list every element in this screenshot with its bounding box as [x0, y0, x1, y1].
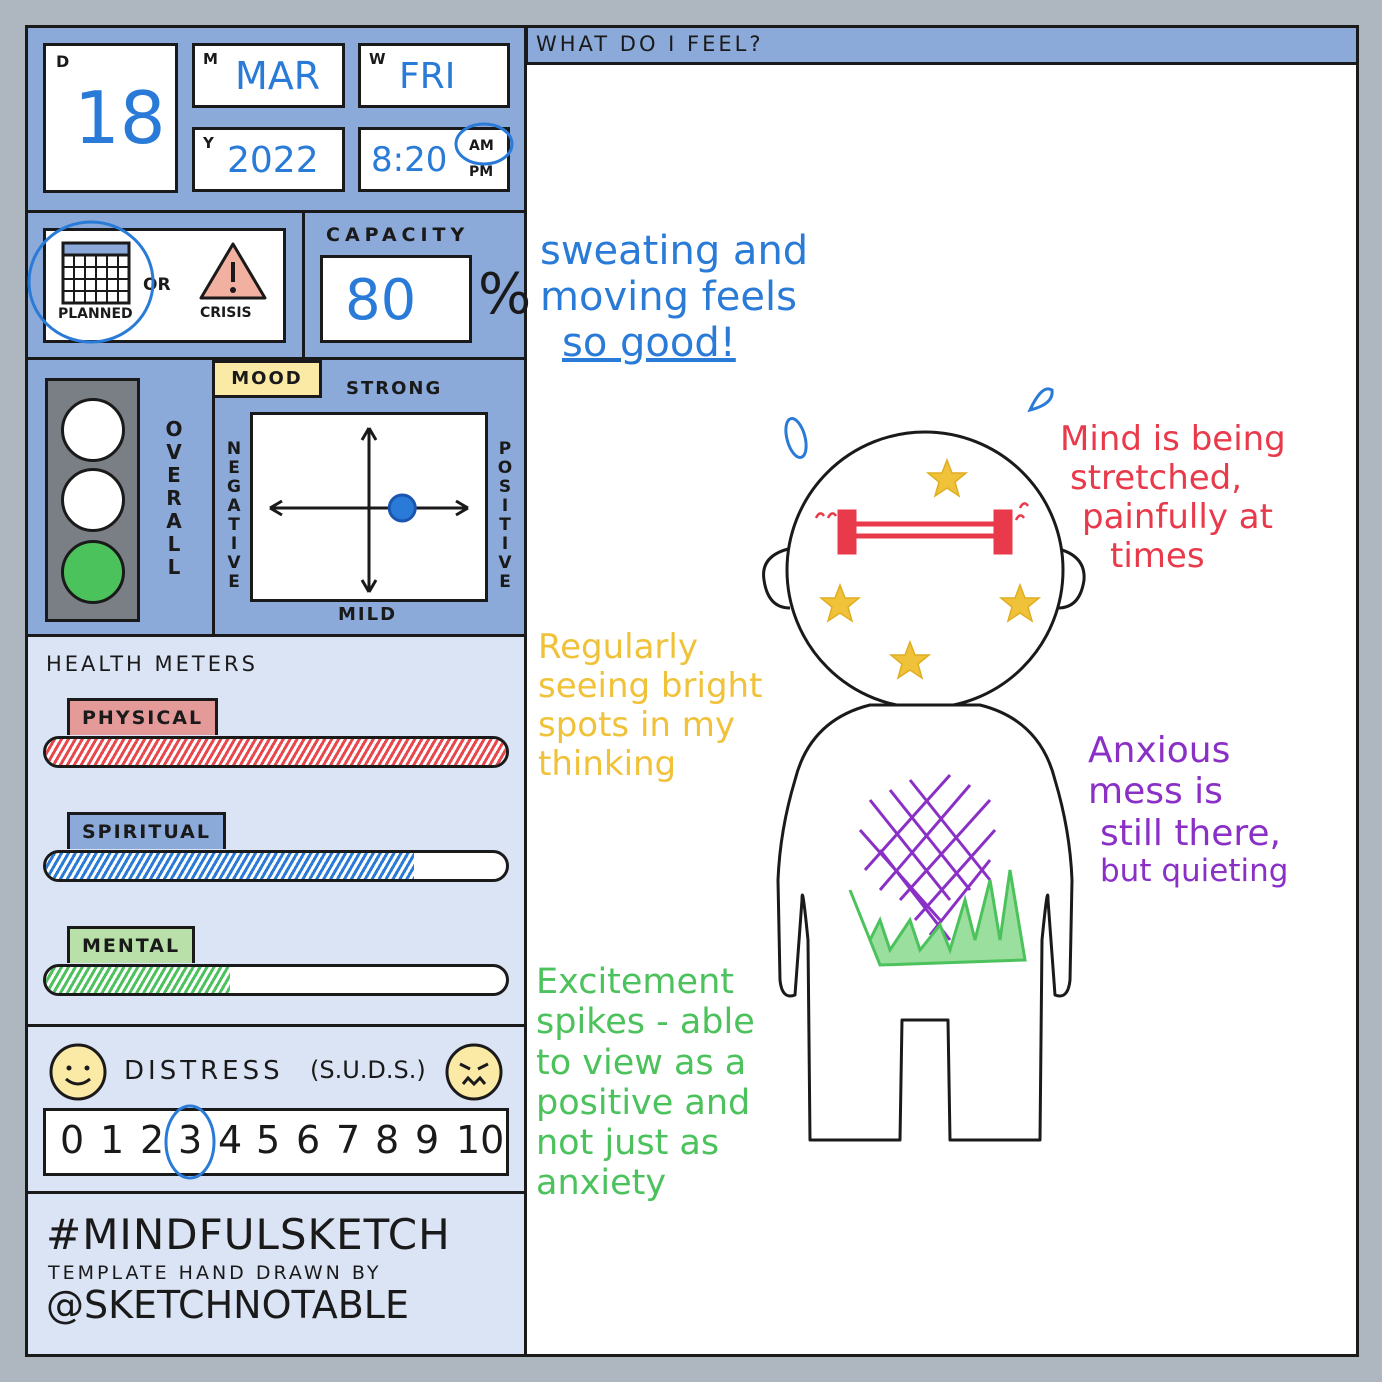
overall-label: OVERALL [165, 417, 183, 579]
mood-positive-label: POSITIVE [497, 439, 513, 592]
distress-digit[interactable]: 6 [296, 1118, 320, 1162]
health-title: HEALTH METERS [46, 652, 258, 676]
note-red-line-1: Mind is being [1060, 419, 1286, 459]
day-box[interactable]: D 18 [43, 43, 178, 193]
distress-subtitle: (S.U.D.S.) [310, 1056, 426, 1084]
year-label: Y [203, 134, 214, 152]
note-blue-line-3: so good! [562, 320, 736, 366]
note-green-line-3: to view as a [536, 1042, 747, 1083]
distress-digit[interactable]: 2 [140, 1118, 164, 1162]
feel-divider [524, 25, 527, 1357]
planned-selection-circle [27, 220, 155, 344]
day-value: 18 [74, 76, 166, 160]
meter-bar-spiritual[interactable] [43, 850, 509, 882]
note-blue-line-2: moving feels [540, 274, 797, 320]
distress-digit[interactable]: 7 [336, 1118, 360, 1162]
mood-negative-label: NEGATIVE [226, 439, 242, 592]
mood-strong-label: STRONG [346, 378, 443, 399]
weekday-value: FRI [399, 56, 456, 97]
note-green-line-5: not just as [536, 1123, 720, 1163]
note-green-line-4: positive and [536, 1082, 751, 1123]
traffic-light-green[interactable] [61, 540, 125, 604]
footer-hashtag[interactable]: #MINDFULSKETCH [46, 1210, 451, 1259]
meter-bar-mental[interactable] [43, 964, 509, 996]
note-red: Mind is being stretched, painfully at ti… [1060, 419, 1286, 577]
mood-grid[interactable] [250, 412, 488, 602]
note-green-line-6: anxiety [536, 1163, 667, 1204]
angry-face-icon [445, 1043, 503, 1101]
note-green-line-2: spikes - able [536, 1002, 755, 1043]
note-blue: sweating and moving feels so good! [540, 228, 808, 366]
note-green-line-1: Excitement [536, 962, 734, 1002]
distress-title: DISTRESS [124, 1056, 284, 1086]
distress-digit[interactable]: 1 [100, 1118, 124, 1162]
traffic-light-yellow[interactable] [61, 468, 125, 532]
footer-handle[interactable]: @SKETCHNOTABLE [46, 1283, 409, 1327]
weekday-box[interactable]: W FRI [358, 43, 510, 108]
note-purple-line-4: but quieting [1100, 853, 1289, 890]
feel-title: WHAT DO I FEEL? [536, 32, 764, 56]
traffic-light-red[interactable] [61, 398, 125, 462]
note-yellow-line-3: spots in my [538, 705, 735, 746]
day-label: D [56, 52, 70, 71]
mood-mark [387, 493, 417, 523]
year-box[interactable]: Y 2022 [192, 127, 345, 192]
note-purple-line-3: still there, [1100, 812, 1282, 854]
body-figure[interactable] [750, 380, 1100, 1160]
capacity-box[interactable]: 80 [320, 255, 472, 343]
note-yellow-line-1: Regularly [538, 627, 698, 667]
meter-fill-spiritual [46, 853, 414, 879]
meter-label-spiritual: SPIRITUAL [67, 812, 226, 849]
distress-digit[interactable]: 5 [256, 1118, 280, 1162]
footer-credit: TEMPLATE HAND DRAWN BY [48, 1262, 382, 1284]
smiley-icon [49, 1043, 107, 1101]
year-value: 2022 [227, 140, 319, 181]
note-purple-line-2: mess is [1088, 771, 1223, 813]
meter-bar-physical[interactable] [43, 736, 509, 768]
mood-tag: MOOD [212, 360, 322, 398]
note-purple: Anxious mess is still there, but quietin… [1088, 730, 1288, 890]
distress-digit[interactable]: 9 [415, 1118, 439, 1162]
month-box[interactable]: M MAR [192, 43, 345, 108]
crisis-label: CRISIS [200, 305, 252, 321]
month-value: MAR [235, 54, 321, 98]
meter-label-physical: PHYSICAL [67, 698, 219, 735]
note-yellow: Regularly seeing bright spots in my thin… [538, 627, 763, 785]
note-green: Excitement spikes - able to view as a po… [536, 962, 755, 1204]
note-purple-line-1: Anxious [1088, 730, 1231, 771]
note-yellow-line-4: thinking [538, 744, 677, 785]
weekday-label: W [369, 50, 386, 68]
capacity-title: CAPACITY [326, 224, 470, 246]
distress-digit[interactable]: 0 [60, 1118, 84, 1162]
distress-digit[interactable]: 8 [375, 1118, 399, 1162]
note-blue-line-1: sweating and [540, 228, 809, 274]
meter-label-mental: MENTAL [67, 926, 196, 963]
warning-icon[interactable] [198, 240, 268, 302]
time-value: 8:20 [371, 140, 448, 180]
distress-digit[interactable]: 4 [218, 1118, 242, 1162]
meter-fill-mental [46, 967, 230, 993]
note-red-line-4: times [1110, 536, 1205, 577]
distress-selection-circle [164, 1104, 216, 1180]
mood-mild-label: MILD [338, 604, 398, 625]
note-yellow-line-2: seeing bright [538, 666, 763, 707]
am-selection-circle [454, 122, 514, 166]
distress-digit[interactable]: 10 [456, 1118, 504, 1162]
note-red-line-3: painfully at [1082, 497, 1273, 538]
meter-fill-physical [46, 739, 506, 765]
capacity-value: 80 [345, 268, 417, 333]
month-label: M [203, 50, 218, 68]
note-red-line-2: stretched, [1070, 458, 1243, 499]
